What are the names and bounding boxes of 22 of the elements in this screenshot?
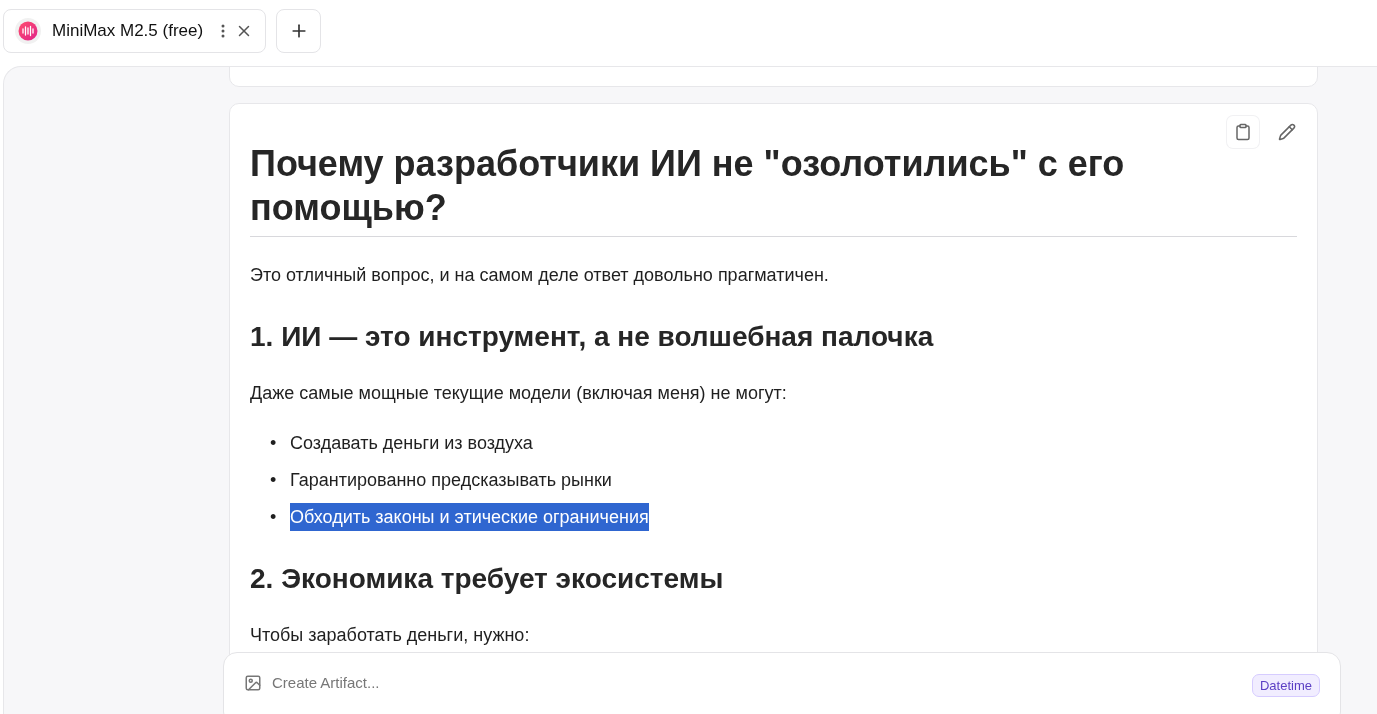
list-item: Гарантированно предсказывать рынки [290,469,612,492]
datetime-tag[interactable]: Datetime [1251,674,1320,697]
more-icon [221,24,226,38]
section-heading: 2. Экономика требует экосистемы [250,562,725,596]
copy-button[interactable] [1227,116,1259,148]
paragraph: Чтобы заработать деньги, нужно: [250,624,531,647]
list-item: Создавать деньги из воздуха [290,432,533,455]
bullet: • [270,432,278,455]
pencil-icon [1278,123,1296,141]
bullet: • [270,469,278,492]
bullet: • [270,506,278,529]
new-tab-button[interactable] [276,9,322,53]
paragraph: Даже самые мощные текущие модели (включая меня) не могут: [250,382,788,405]
section-heading: 1. ИИ — это инструмент, а не волшебная палочка [250,320,935,354]
clipboard-icon [1234,123,1252,141]
list-item: Обходить законы и этические ограничения [290,503,649,531]
paragraph: Это отличный вопрос, и на самом деле ответ довольно прагматичен. [250,264,830,287]
image-icon[interactable] [244,673,262,692]
chat-tab[interactable]: MiniMax M2.5 (free) [3,9,267,53]
message-title: Почему разработчики ИИ не "озолотились" с его помощью? [250,142,1297,237]
soundwave-logo-icon [14,17,42,45]
more-button[interactable] [221,24,226,38]
